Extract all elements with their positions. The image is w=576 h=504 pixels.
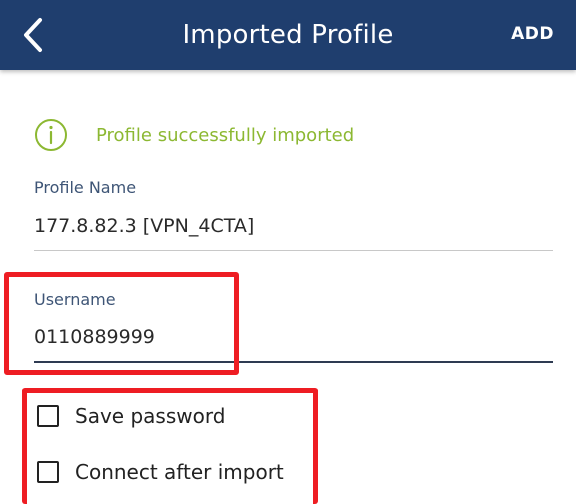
notice-text: Profile successfully imported <box>96 124 355 146</box>
app-bar: Imported Profile ADD <box>0 0 576 70</box>
username-highlight-box <box>4 272 239 375</box>
profile-name-underline <box>34 250 553 251</box>
imported-profile-screen: Imported Profile ADD Profile successfull… <box>0 0 576 504</box>
page-title: Imported Profile <box>182 20 394 50</box>
import-success-notice: Profile successfully imported <box>34 117 354 153</box>
info-icon <box>35 119 67 151</box>
checkboxes-highlight-box <box>22 388 318 504</box>
profile-name-field[interactable]: 177.8.82.3 [VPN_4CTA] <box>34 215 254 237</box>
add-button[interactable]: ADD <box>511 0 554 70</box>
profile-name-label: Profile Name <box>34 178 137 197</box>
